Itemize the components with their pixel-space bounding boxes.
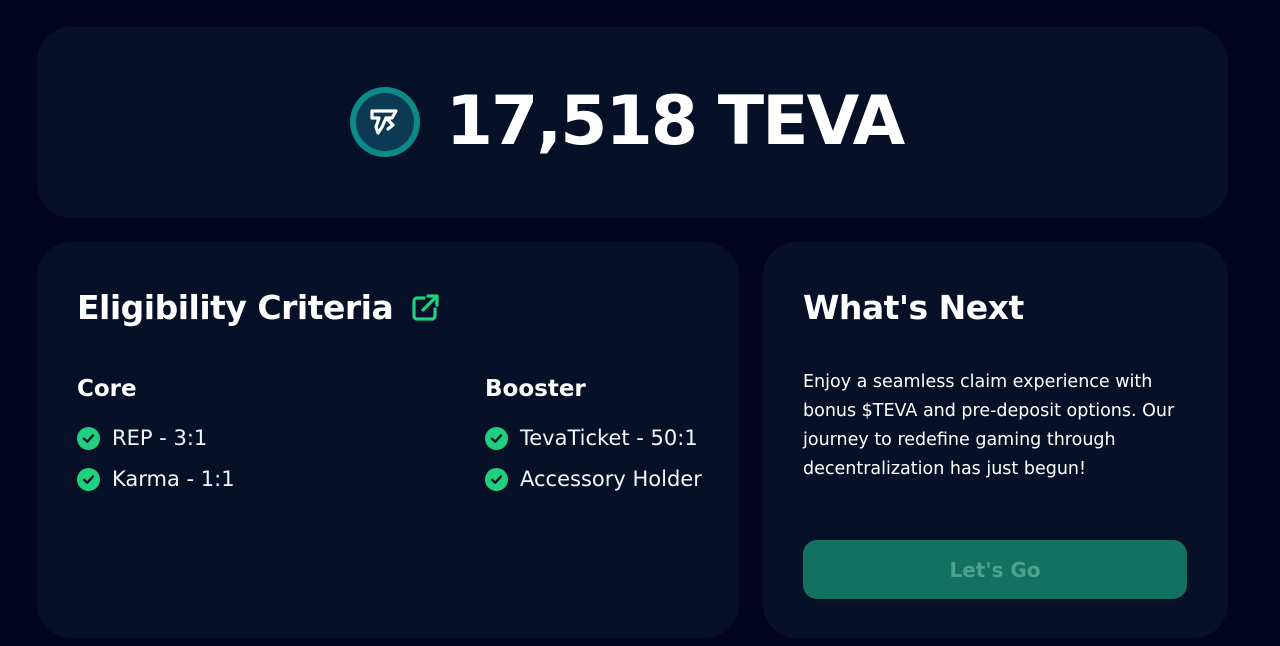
check-circle-icon	[77, 426, 100, 450]
whats-next-card: What's Next Enjoy a seamless claim exper…	[763, 242, 1228, 638]
criteria-label: Accessory Holder	[520, 467, 702, 491]
criteria-item: Accessory Holder	[485, 467, 702, 491]
criteria-label: Karma - 1:1	[112, 467, 235, 491]
teva-coin-icon	[349, 86, 420, 157]
criteria-label: TevaTicket - 50:1	[520, 426, 698, 450]
balance-card: 17,518 TEVA	[37, 27, 1228, 218]
eligibility-heading: Eligibility Criteria	[77, 288, 441, 327]
check-circle-icon	[77, 467, 100, 491]
core-title: Core	[77, 376, 137, 402]
external-link-icon[interactable]	[409, 292, 441, 324]
check-circle-icon	[485, 426, 508, 450]
whats-next-title: What's Next	[803, 288, 1024, 327]
whats-next-description: Enjoy a seamless claim experience with b…	[803, 372, 1175, 479]
booster-criteria: Booster TevaTicket - 50:1 Accessory Hold…	[485, 376, 702, 508]
criteria-item: TevaTicket - 50:1	[485, 426, 702, 450]
balance-amount: 17,518 TEVA	[445, 82, 906, 161]
eligibility-card: Eligibility Criteria Core REP - 3:1 Karm…	[37, 242, 739, 638]
criteria-item: REP - 3:1	[77, 426, 235, 450]
core-criteria: Core REP - 3:1 Karma - 1:1	[77, 376, 235, 508]
page: 17,518 TEVA Eligibility Criteria Core RE…	[0, 0, 1280, 646]
lets-go-button[interactable]: Let's Go	[803, 540, 1187, 599]
booster-title: Booster	[485, 376, 586, 402]
check-circle-icon	[485, 467, 508, 491]
criteria-item: Karma - 1:1	[77, 467, 235, 491]
criteria-label: REP - 3:1	[112, 426, 208, 450]
balance-display: 17,518 TEVA	[349, 82, 906, 161]
eligibility-title: Eligibility Criteria	[77, 288, 394, 327]
